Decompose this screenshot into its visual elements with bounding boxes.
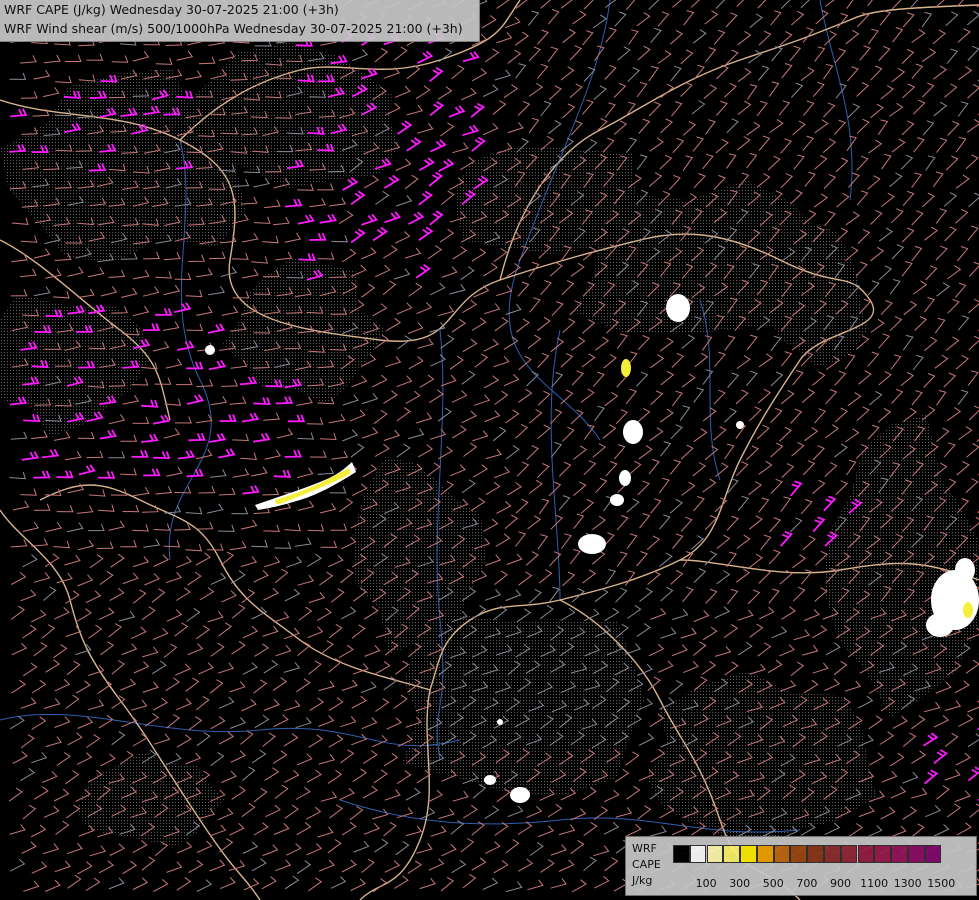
legend-swatch xyxy=(807,845,824,863)
cape-area-low xyxy=(510,787,530,803)
legend-tick-label: 900 xyxy=(830,877,851,890)
legend-swatch xyxy=(891,845,908,863)
legend-swatch xyxy=(924,845,942,863)
legend-swatch xyxy=(840,845,858,863)
cape-legend: WRF CAPE J/kg 100 300 500 700 900 1100 1300 150… xyxy=(625,836,977,896)
cape-area-low xyxy=(205,345,215,355)
cape-area-low xyxy=(623,420,643,444)
title-panel: WRF CAPE (J/kg) Wednesday 30-07-2025 21:… xyxy=(0,0,480,42)
legend-color-scale xyxy=(673,845,942,863)
legend-tick-label: 1300 xyxy=(893,877,922,890)
legend-swatch xyxy=(673,845,690,863)
cape-area-low xyxy=(484,775,496,785)
legend-swatch xyxy=(790,845,808,863)
terrain-area xyxy=(455,147,640,254)
legend-swatch xyxy=(723,845,740,863)
legend-swatch xyxy=(907,845,925,863)
title-wind-shear: WRF Wind shear (m/s) 500/1000hPa Wednesd… xyxy=(4,21,463,36)
cape-area-low xyxy=(736,421,744,429)
legend-swatch xyxy=(689,845,707,863)
legend-label-unit: J/kg xyxy=(632,874,653,887)
legend-swatch xyxy=(773,845,791,863)
cape-area-low xyxy=(619,470,631,486)
cape-area-low xyxy=(610,494,624,506)
cape-area-low xyxy=(926,613,954,637)
legend-swatch xyxy=(874,845,891,863)
legend-tick-label: 300 xyxy=(729,877,751,890)
weather-map xyxy=(0,0,979,900)
legend-swatch xyxy=(756,845,774,863)
legend-tick-label: 700 xyxy=(796,877,818,890)
legend-swatch xyxy=(740,845,757,863)
legend-label-wrf: WRF xyxy=(632,842,657,855)
cape-area-low xyxy=(497,719,503,725)
legend-label-cape: CAPE xyxy=(632,858,661,871)
cape-area-low xyxy=(578,534,606,554)
legend-tick-label: 1500 xyxy=(927,877,956,890)
cape-area-low xyxy=(955,558,975,582)
legend-tick-label: 1100 xyxy=(860,877,889,890)
legend-swatch xyxy=(706,845,724,863)
title-cape: WRF CAPE (J/kg) Wednesday 30-07-2025 21:… xyxy=(4,2,339,17)
legend-swatch xyxy=(824,845,841,863)
cape-area-low xyxy=(666,294,690,322)
cape-area-yellow xyxy=(621,359,631,377)
legend-tick-label: 500 xyxy=(762,877,784,890)
legend-swatch xyxy=(857,845,875,863)
cape-area-yellow xyxy=(963,602,973,618)
legend-tick-label: 100 xyxy=(695,877,717,890)
